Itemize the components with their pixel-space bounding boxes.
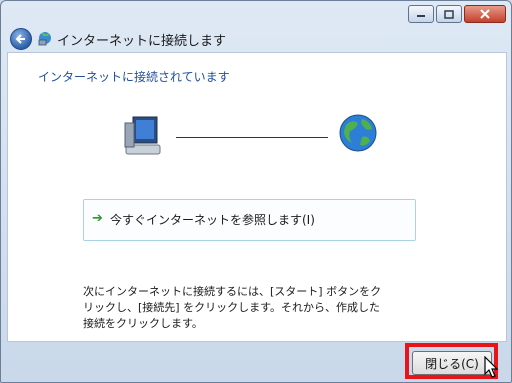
maximize-button[interactable]	[436, 5, 462, 23]
back-button[interactable]	[10, 28, 32, 50]
content-pane: インターネットに接続されています ➔ 今すぐインターネットを参照します(I) 次…	[7, 52, 507, 342]
status-heading: インターネットに接続されています	[38, 70, 230, 84]
close-window-button[interactable]	[464, 5, 506, 23]
maximize-icon	[444, 9, 454, 19]
connection-line	[176, 137, 328, 138]
back-arrow-icon	[15, 34, 25, 44]
minimize-icon	[417, 15, 425, 17]
browse-internet-label: 今すぐインターネットを参照します(I)	[110, 213, 315, 227]
close-icon	[480, 9, 490, 19]
internet-globe-icon	[339, 114, 377, 152]
browse-internet-option[interactable]: ➔ 今すぐインターネットを参照します(I)	[83, 199, 416, 241]
window-title: インターネットに接続します	[57, 34, 227, 49]
caption-buttons	[408, 5, 506, 23]
network-connection-icon	[38, 32, 51, 46]
minimize-button[interactable]	[408, 5, 434, 23]
wizard-window: インターネットに接続します インターネットに接続されています ➔ 今すぐインター…	[0, 0, 512, 383]
computer-icon	[124, 116, 161, 155]
instruction-text: 次にインターネットに接続するには、[スタート] ボタンをクリックし、[接続先] …	[83, 285, 382, 330]
green-arrow-icon: ➔	[92, 211, 103, 226]
mouse-pointer-icon	[484, 356, 499, 378]
